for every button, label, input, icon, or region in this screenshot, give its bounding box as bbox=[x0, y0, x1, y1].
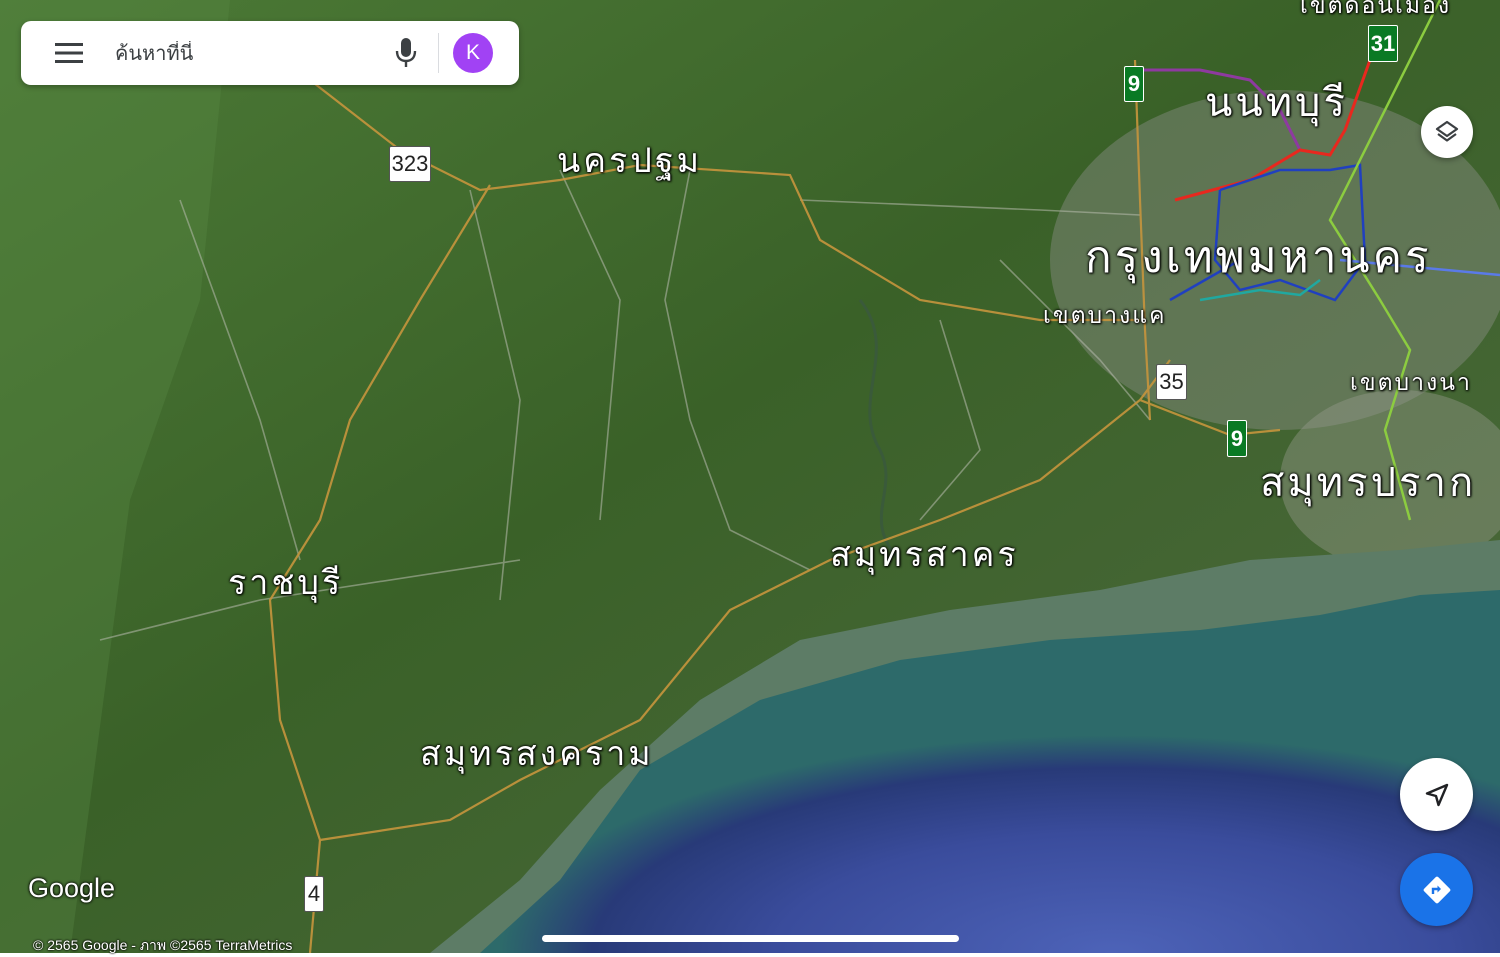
place-label-don-mueang: เขตดอนเมือง bbox=[1300, 0, 1452, 19]
place-label-nonthaburi: นนทบุรี bbox=[1205, 80, 1348, 126]
place-label-bangkok: กรุงเทพมหานคร bbox=[1085, 232, 1432, 283]
directions-button[interactable] bbox=[1400, 853, 1473, 926]
route-shield-35: 35 bbox=[1156, 364, 1187, 400]
route-shield-9-north: 9 bbox=[1124, 66, 1144, 102]
map-copyright: © 2565 Google - ภาพ ©2565 TerraMetrics bbox=[33, 937, 293, 953]
menu-button[interactable] bbox=[39, 21, 99, 85]
route-shield-9-south: 9 bbox=[1227, 420, 1247, 457]
menu-icon bbox=[55, 43, 83, 63]
place-label-bang-khae: เขตบางแค bbox=[1043, 303, 1167, 329]
voice-search-button[interactable] bbox=[382, 29, 430, 77]
account-avatar[interactable]: K bbox=[453, 33, 493, 73]
layers-icon bbox=[1435, 120, 1459, 142]
place-label-ratchaburi: ราชบุรี bbox=[228, 563, 344, 603]
microphone-icon bbox=[395, 38, 417, 67]
place-label-samut-prakan: สมุทรปราก bbox=[1260, 460, 1477, 506]
route-shield-4: 4 bbox=[304, 876, 324, 912]
place-label-nakhon-pathom: นครปฐม bbox=[557, 141, 703, 181]
search-divider bbox=[438, 33, 439, 73]
my-location-button[interactable] bbox=[1400, 758, 1473, 831]
home-indicator[interactable] bbox=[542, 935, 959, 942]
search-bar: K bbox=[21, 21, 519, 85]
google-logo: Google bbox=[28, 873, 116, 903]
search-input[interactable] bbox=[99, 41, 382, 65]
directions-icon bbox=[1423, 876, 1450, 903]
place-label-samut-sakhon: สมุทรสาคร bbox=[830, 535, 1019, 575]
place-label-bang-na: เขตบางนา bbox=[1350, 370, 1472, 396]
place-label-samut-songkhram: สมุทรสงคราม bbox=[420, 734, 654, 774]
layers-button[interactable] bbox=[1421, 106, 1473, 158]
navigation-arrow-icon bbox=[1425, 783, 1448, 806]
route-shield-31: 31 bbox=[1368, 25, 1398, 62]
route-shield-323: 323 bbox=[389, 146, 431, 182]
